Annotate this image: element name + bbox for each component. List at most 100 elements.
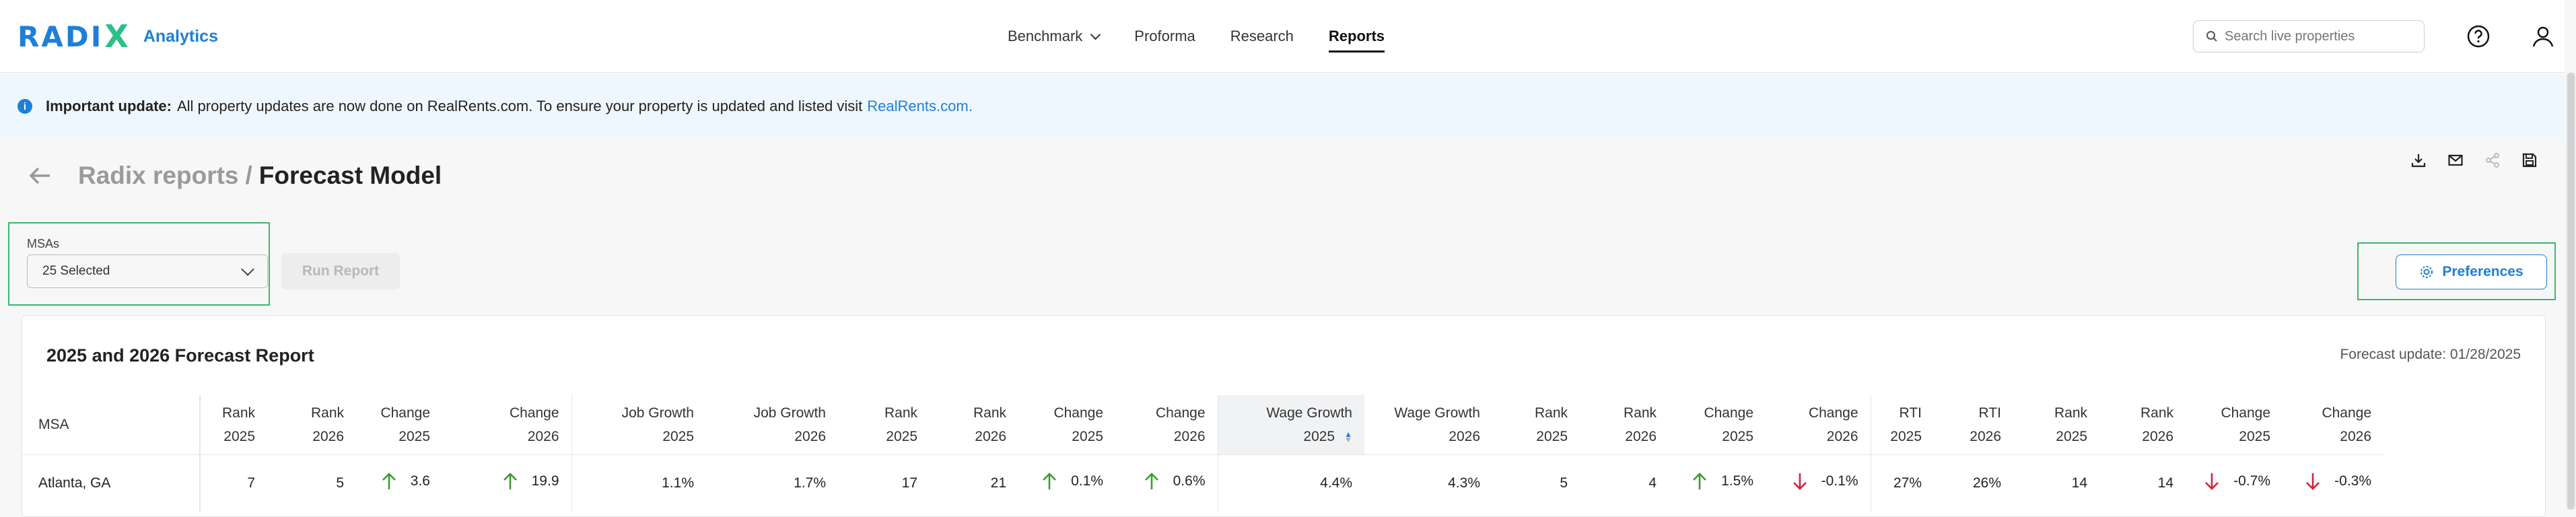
- column-header[interactable]: Rank 2025: [1492, 395, 1580, 454]
- cell-value: 26%: [1972, 475, 2001, 491]
- column-header-year: 2026: [527, 428, 559, 444]
- forecast-update-date: Forecast update: 01/28/2025: [2340, 347, 2521, 362]
- table-cell: 1.1%: [571, 454, 706, 512]
- cell-value: -0.3%: [2334, 473, 2371, 489]
- column-header[interactable]: RTI 2026: [1934, 395, 2013, 454]
- cell-value: 4.4%: [1320, 475, 1352, 491]
- column-header-year: 2026: [794, 428, 826, 444]
- table-cell: 4.3%: [1364, 454, 1492, 512]
- table-cell: 0.1%: [1018, 454, 1115, 512]
- cell-value: 7: [247, 475, 255, 491]
- save-button[interactable]: [2521, 151, 2538, 169]
- column-header-label: Rank: [973, 405, 1006, 421]
- msa-select-value: 25 Selected: [42, 264, 110, 278]
- column-header[interactable]: Change 2025: [1669, 395, 1766, 454]
- column-header-year: 2026: [2340, 428, 2371, 444]
- download-button[interactable]: [2410, 151, 2427, 169]
- column-header[interactable]: Rank 2026: [930, 395, 1018, 454]
- msa-select[interactable]: 25 Selected: [27, 254, 268, 288]
- column-header-label: Change: [1808, 405, 1858, 421]
- column-header-year: 2025: [1890, 428, 1922, 444]
- sort-icon[interactable]: ▲ ▼: [1344, 430, 1352, 444]
- table-cell: 19.9: [442, 454, 571, 512]
- column-header[interactable]: Rank 2026: [1580, 395, 1669, 454]
- table-cell: 27%: [1870, 454, 1934, 512]
- back-arrow-icon[interactable]: [27, 162, 54, 189]
- column-header[interactable]: Wage Growth 2025 ▲ ▼: [1217, 395, 1364, 454]
- column-header[interactable]: Rank 2026: [2099, 395, 2186, 454]
- nav-benchmark[interactable]: Benchmark: [1008, 0, 1101, 73]
- nav-reports-label: Reports: [1328, 28, 1385, 44]
- vertical-scrollbar[interactable]: [2566, 73, 2576, 510]
- column-header[interactable]: Wage Growth 2026: [1364, 395, 1492, 454]
- column-header-label: Change: [1704, 405, 1753, 421]
- logo-wordmark: RADI: [18, 20, 104, 53]
- scrollbar-thumb[interactable]: [2567, 73, 2575, 510]
- cell-content: -0.7%: [2204, 472, 2270, 491]
- run-report-button[interactable]: Run Report: [281, 253, 400, 289]
- realrents-link[interactable]: RealRents.com.: [867, 98, 973, 115]
- column-header[interactable]: Rank 2025: [2013, 395, 2099, 454]
- cell-content: -0.1%: [1792, 472, 1858, 491]
- column-header[interactable]: Change 2026: [1115, 395, 1218, 454]
- column-header-year: 2025: [886, 428, 917, 444]
- column-header[interactable]: Rank 2025: [200, 395, 267, 454]
- save-icon: [2522, 153, 2537, 168]
- column-header-year: 2025: [2239, 428, 2270, 444]
- cell-content: 21: [991, 475, 1006, 491]
- nav-proforma[interactable]: Proforma: [1134, 0, 1195, 73]
- arrow-up-icon: [1693, 473, 1707, 490]
- radix-logo[interactable]: RADI X Analytics: [18, 18, 218, 55]
- email-button[interactable]: [2447, 151, 2464, 169]
- nav-benchmark-label: Benchmark: [1008, 28, 1083, 44]
- cell-content: 19.9: [502, 472, 559, 491]
- preferences-button[interactable]: Preferences: [2396, 254, 2547, 289]
- forecast-report-card: 2025 and 2026 Forecast Report Forecast u…: [22, 315, 2546, 517]
- search-box[interactable]: [2193, 20, 2425, 53]
- cell-value: 4.3%: [1448, 475, 1480, 491]
- help-button[interactable]: [2464, 22, 2493, 51]
- breadcrumb-parent[interactable]: Radix reports: [78, 162, 239, 190]
- table-cell: 26%: [1934, 454, 2013, 512]
- column-header-year: 2026: [1970, 428, 2001, 444]
- column-header[interactable]: Change 2026: [1766, 395, 1871, 454]
- column-header[interactable]: Job Growth 2025: [571, 395, 706, 454]
- cell-value: -0.7%: [2233, 473, 2270, 489]
- page-title: Forecast Model: [258, 162, 442, 189]
- breadcrumb-separator: /: [245, 162, 252, 189]
- column-header[interactable]: Rank 2026: [267, 395, 356, 454]
- column-header-msa[interactable]: MSA: [22, 395, 201, 454]
- table-cell: -0.3%: [2283, 454, 2383, 512]
- cell-value: 0.6%: [1173, 473, 1206, 489]
- column-header[interactable]: Change 2026: [2283, 395, 2383, 454]
- column-header-year: 2025: [223, 428, 255, 444]
- column-header[interactable]: Change 2026: [442, 395, 571, 454]
- page-header: Radix reports / Forecast Model: [27, 162, 442, 190]
- table-cell: 3.6: [356, 454, 442, 512]
- cell-value: 1.7%: [794, 475, 826, 491]
- table-cell: 14: [2099, 454, 2186, 512]
- account-button[interactable]: [2528, 22, 2558, 51]
- column-header-label: Rank: [2140, 405, 2173, 421]
- column-header-label: Job Growth: [753, 405, 826, 421]
- search-input[interactable]: [2225, 28, 2413, 44]
- column-header[interactable]: Change 2025: [1018, 395, 1115, 454]
- column-header[interactable]: Change 2025: [2186, 395, 2283, 454]
- table-header-row: MSA Rank 2025 Rank 2026 Change 2025 Change 2026 J…: [22, 395, 2383, 454]
- column-header[interactable]: RTI 2025: [1870, 395, 1934, 454]
- nav-research[interactable]: Research: [1230, 0, 1294, 73]
- share-button[interactable]: [2484, 151, 2501, 169]
- column-header[interactable]: Change 2025: [356, 395, 442, 454]
- column-header-label: Job Growth: [621, 405, 694, 421]
- main-menu: Benchmark Proforma Research Reports: [1008, 0, 1420, 73]
- column-header[interactable]: Job Growth 2026: [706, 395, 838, 454]
- table-row[interactable]: Atlanta, GA 7 5 3.6 19.9 1.1% 1.7% 17 21 0.1% 0.6%…: [22, 454, 2383, 512]
- nav-reports[interactable]: Reports: [1328, 0, 1385, 73]
- column-header-year: 2026: [2142, 428, 2173, 444]
- cell-content: 17: [902, 475, 917, 491]
- column-header-year: 2025: [2056, 428, 2087, 444]
- table-cell: 5: [1492, 454, 1580, 512]
- column-header[interactable]: Rank 2025: [838, 395, 930, 454]
- arrow-down-icon: [2205, 473, 2219, 491]
- cell-value: 3.6: [410, 473, 430, 489]
